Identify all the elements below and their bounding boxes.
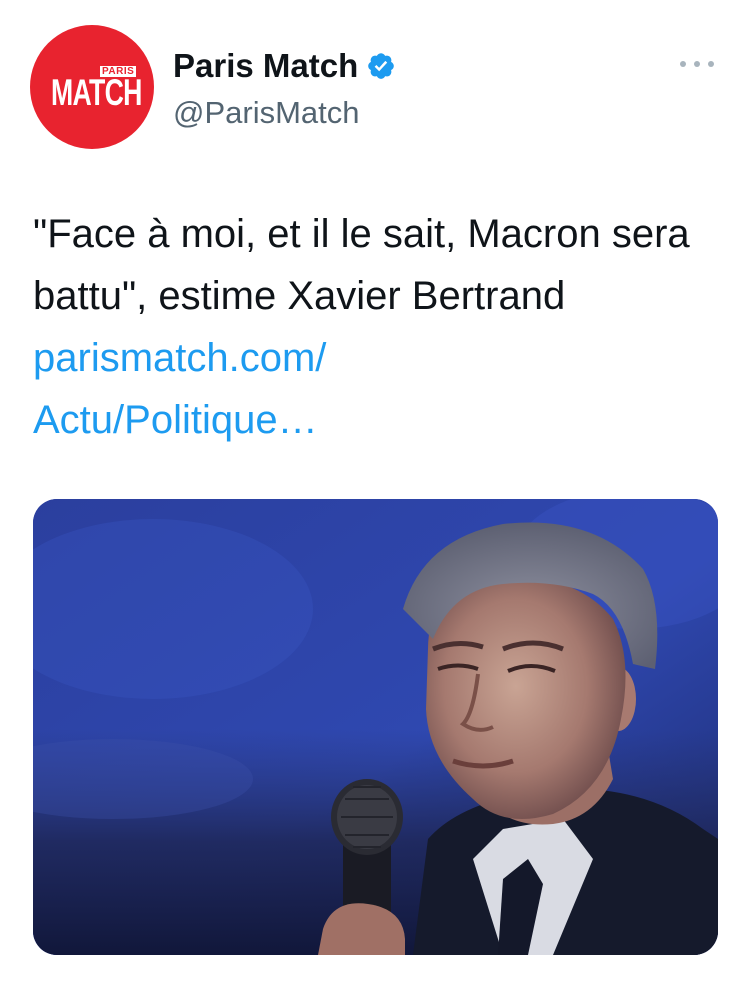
photo-xavier-bertrand <box>33 499 718 955</box>
account-names: Paris Match @ParisMatch <box>173 43 396 135</box>
tweet-text: "Face à moi, et il le sait, Macron sera … <box>33 203 733 451</box>
avatar[interactable]: PARIS MATCH <box>30 25 154 149</box>
display-name-row: Paris Match <box>173 43 396 89</box>
account-handle[interactable]: @ParisMatch <box>173 91 396 135</box>
tweet-body: "Face à moi, et il le sait, Macron sera … <box>33 212 701 318</box>
more-dot <box>694 61 700 67</box>
more-dot <box>708 61 714 67</box>
verified-badge-icon <box>368 53 395 79</box>
tweet-header: PARIS MATCH Paris Match @ParisMatch <box>30 25 720 150</box>
tweet-link[interactable]: parismatch.com/ Actu/Politique… <box>33 336 326 442</box>
display-name[interactable]: Paris Match <box>173 43 358 89</box>
more-dot <box>680 61 686 67</box>
more-horizontal-icon[interactable] <box>680 59 714 69</box>
avatar-logo-main: MATCH <box>51 72 142 113</box>
tweet-media-photo[interactable] <box>33 499 718 955</box>
